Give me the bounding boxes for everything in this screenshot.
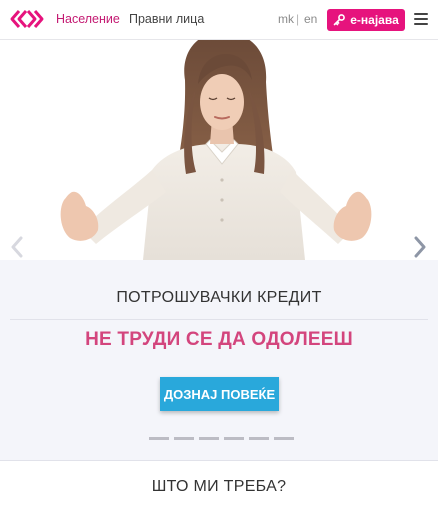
language-en-link[interactable]: en [304, 12, 317, 26]
carousel-dot-5[interactable] [249, 437, 269, 440]
e-login-label: е-најава [350, 13, 399, 27]
carousel-dot-4[interactable] [224, 437, 244, 440]
promo-divider [10, 319, 428, 320]
key-icon [333, 14, 346, 26]
carousel-indicators [149, 437, 299, 441]
promo-headline: НЕ ТРУДИ СЕ ДА ОДОЛЕЕШ [85, 329, 353, 350]
hero-carousel [0, 40, 438, 260]
language-separator: | [296, 12, 300, 26]
carousel-next-arrow-icon[interactable] [413, 236, 427, 258]
nav-legal-entities-link[interactable]: Правни лица [129, 12, 204, 26]
e-login-button[interactable]: е-најава [327, 9, 405, 31]
carousel-prev-arrow-icon[interactable] [10, 236, 24, 258]
section-divider [0, 460, 438, 461]
hamburger-menu-icon[interactable] [414, 13, 428, 25]
what-do-i-need-heading: ШТО МИ ТРЕБА? [151, 478, 287, 495]
bank-logo-icon[interactable] [10, 9, 44, 29]
carousel-dot-3[interactable] [199, 437, 219, 440]
promo-banner: ПОТРОШУВАЧКИ КРЕДИТ НЕ ТРУДИ СЕ ДА ОДОЛЕ… [0, 260, 438, 460]
learn-more-button[interactable]: ДОЗНАЈ ПОВЕЌЕ [160, 377, 279, 411]
carousel-dot-1[interactable] [149, 437, 169, 440]
woman-meditating-photo [60, 40, 372, 260]
language-mk-link[interactable]: mk [278, 12, 294, 26]
promo-kicker: ПОТРОШУВАЧКИ КРЕДИТ [116, 289, 322, 306]
site-header: Население Правни лица mk | en е-најава [0, 0, 438, 40]
carousel-dot-2[interactable] [174, 437, 194, 440]
nav-population-link[interactable]: Население [56, 12, 120, 26]
carousel-dot-6[interactable] [274, 437, 294, 440]
